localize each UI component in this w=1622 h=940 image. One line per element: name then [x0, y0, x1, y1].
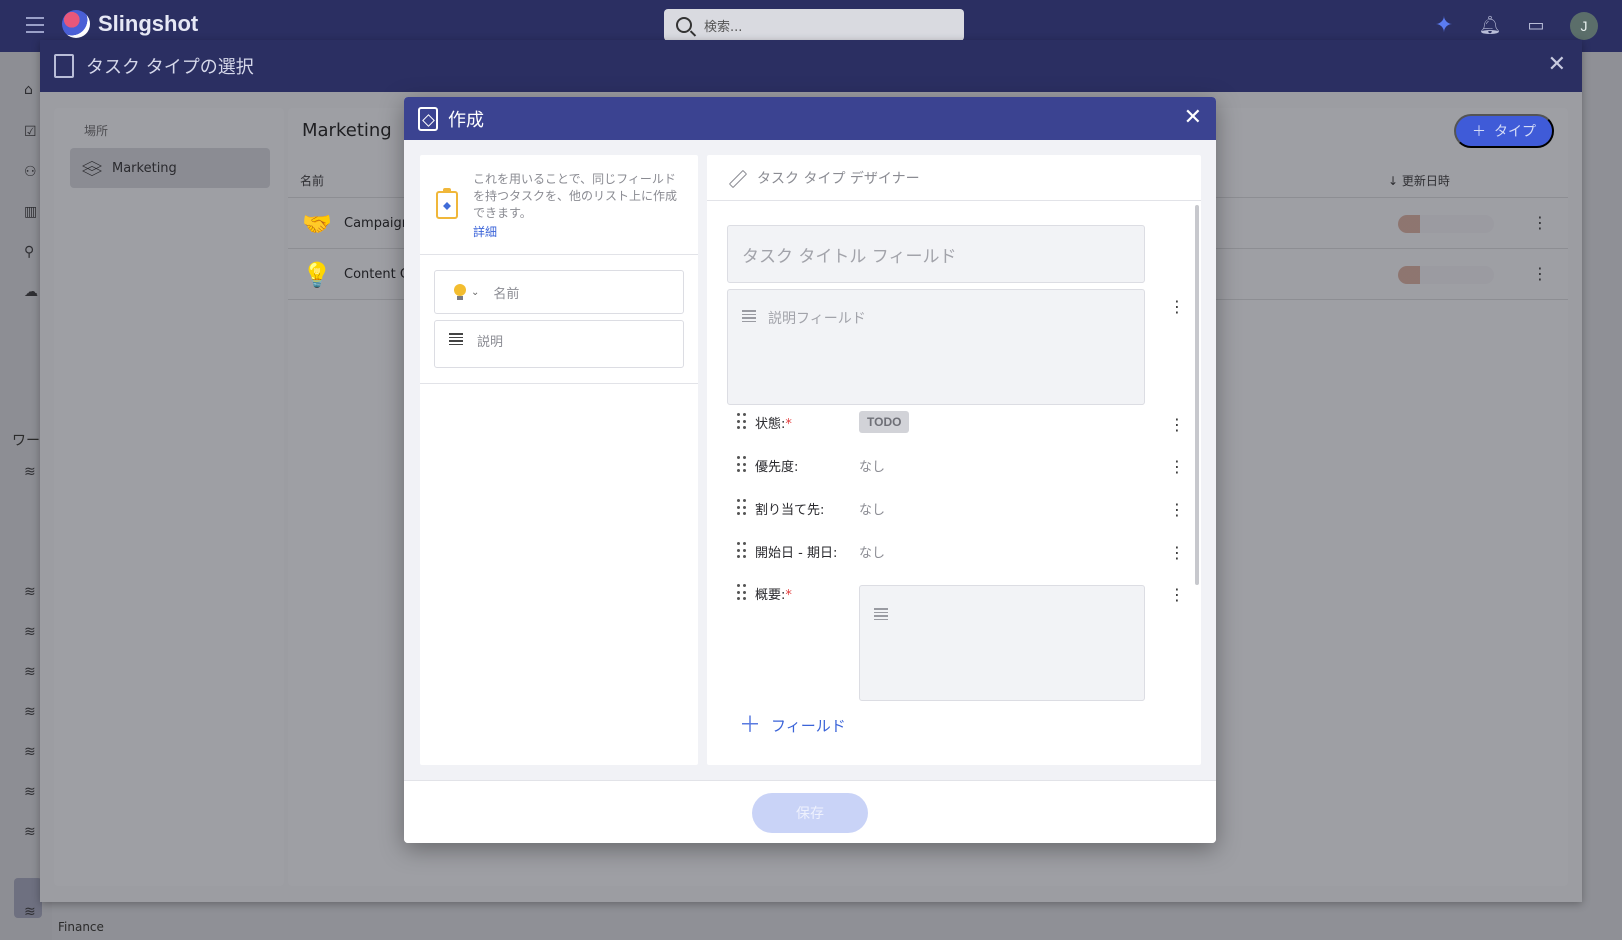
column-updated[interactable]: ↓ 更新日時 — [1388, 172, 1450, 189]
create-dialog-title: 作成 — [448, 109, 484, 131]
field-label: 概要:* — [755, 587, 792, 603]
app-logo[interactable]: Slingshot — [62, 10, 198, 38]
dialog-title: タスク タイプの選択 — [86, 57, 254, 78]
drag-handle-icon[interactable] — [737, 499, 747, 517]
lightbulb-icon: 💡 — [302, 260, 332, 289]
menu-icon[interactable] — [26, 17, 44, 33]
field-value: なし — [859, 459, 886, 475]
more-icon[interactable]: ⋮ — [1169, 545, 1185, 561]
info-box: これを用いることで、同じフィールドを持つタスクを、他のリスト上に作成できます。 … — [420, 155, 698, 255]
list-title: Marketing — [302, 120, 392, 141]
field-row-priority[interactable]: 優先度: なし — [737, 453, 1157, 477]
type-name-input[interactable]: ⌄ 名前 — [434, 270, 684, 314]
plus-icon: ＋ — [1472, 123, 1486, 139]
field-label: 状態:* — [755, 416, 792, 432]
close-icon[interactable]: ✕ — [1548, 54, 1566, 76]
field-label: 優先度: — [755, 459, 799, 475]
field-label: 割り当て先: — [755, 502, 825, 518]
field-value: なし — [859, 545, 886, 561]
more-icon[interactable]: ⋮ — [1532, 264, 1548, 283]
chevron-down-icon[interactable]: ⌄ — [471, 287, 479, 298]
search-icon — [676, 17, 692, 33]
field-value: なし — [859, 502, 886, 518]
search-input[interactable]: 検索... — [664, 9, 964, 41]
create-dialog-header: 作成 ✕ — [404, 97, 1216, 140]
lightbulb-icon[interactable] — [453, 283, 467, 301]
task-title-field[interactable]: タスク タイトル フィールド — [727, 225, 1145, 283]
user-avatar[interactable]: J — [1570, 12, 1598, 40]
location-item-label: Marketing — [112, 160, 177, 176]
text-lines-icon — [874, 608, 888, 620]
row-updated-avatar — [1398, 266, 1494, 284]
add-type-button[interactable]: ＋ タイプ — [1454, 114, 1554, 148]
location-label: 場所 — [84, 124, 109, 138]
drag-handle-icon[interactable] — [737, 456, 747, 474]
more-icon[interactable]: ⋮ — [1169, 459, 1185, 475]
more-icon[interactable]: ⋮ — [1169, 587, 1185, 603]
description-placeholder: 説明 — [477, 335, 504, 350]
chat-icon[interactable]: ▭ — [1524, 14, 1548, 38]
more-icon[interactable]: ⋮ — [1169, 299, 1185, 315]
workspaces-label: ワー — [12, 433, 40, 449]
location-panel: 場所 Marketing — [54, 108, 284, 886]
pencil-icon — [729, 170, 745, 186]
field-row-dates[interactable]: 開始日 - 期日: なし — [737, 539, 1157, 563]
column-name[interactable]: 名前 — [300, 172, 324, 189]
summary-field[interactable] — [859, 585, 1145, 701]
bell-icon[interactable]: 🔔︎ — [1478, 14, 1502, 38]
learn-more-link[interactable]: 詳細 — [473, 223, 497, 240]
add-field-button[interactable]: ＋ フィールド — [739, 712, 846, 738]
row-name: Campaign — [344, 216, 411, 231]
bottom-strip — [52, 906, 1622, 940]
name-placeholder: 名前 — [493, 286, 520, 302]
create-task-type-dialog: 作成 ✕ これを用いることで、同じフィールドを持つタスクを、他のリスト上に作成で… — [404, 97, 1216, 843]
location-item-marketing[interactable]: Marketing — [70, 148, 270, 188]
designer-header: タスク タイプ デザイナー — [707, 155, 1201, 201]
drag-handle-icon[interactable] — [737, 584, 747, 602]
clipboard-icon — [436, 188, 458, 219]
task-type-designer: タスク タイプ デザイナー タスク タイトル フィールド 説明フィールド ⋮ 状… — [707, 155, 1201, 765]
more-icon[interactable]: ⋮ — [1169, 502, 1185, 518]
drag-handle-icon[interactable] — [737, 542, 747, 560]
task-type-icon — [418, 106, 438, 131]
add-type-label: タイプ — [1494, 123, 1536, 139]
save-button[interactable]: 保存 — [752, 793, 868, 833]
layers-icon[interactable]: ≋ — [24, 904, 42, 920]
field-row-status[interactable]: 状態:* TODO — [737, 410, 1157, 434]
document-icon — [54, 54, 74, 78]
search-placeholder: 検索... — [704, 19, 743, 35]
close-icon[interactable]: ✕ — [1184, 107, 1202, 129]
dialog-footer: 保存 — [404, 780, 1216, 843]
drag-handle-icon[interactable] — [737, 413, 747, 431]
row-name: Content C — [344, 267, 409, 282]
handshake-icon: 🤝 — [302, 209, 332, 238]
text-lines-icon — [742, 310, 756, 322]
app-name: Slingshot — [98, 11, 199, 36]
more-icon[interactable]: ⋮ — [1532, 213, 1548, 232]
row-updated-avatar — [1398, 215, 1494, 233]
designer-title: タスク タイプ デザイナー — [757, 170, 920, 187]
info-text: これを用いることで、同じフィールドを持つタスクを、他のリスト上に作成できます。 — [473, 172, 678, 220]
add-field-label: フィールド — [771, 717, 846, 735]
field-label: 開始日 - 期日: — [755, 545, 838, 561]
text-lines-icon — [449, 333, 463, 345]
description-field-placeholder: 説明フィールド — [768, 311, 866, 327]
status-badge[interactable]: TODO — [859, 411, 910, 433]
layers-icon — [84, 161, 100, 175]
scrollbar[interactable] — [1195, 205, 1199, 585]
workspace-finance[interactable]: Finance — [58, 920, 104, 934]
divider — [420, 383, 698, 384]
type-settings-panel: これを用いることで、同じフィールドを持つタスクを、他のリスト上に作成できます。 … — [420, 155, 698, 765]
field-row-assignee[interactable]: 割り当て先: なし — [737, 496, 1157, 520]
slingshot-logo-icon — [62, 10, 90, 38]
ai-sparkle-icon[interactable]: ✦ — [1432, 14, 1456, 38]
more-icon[interactable]: ⋮ — [1169, 417, 1185, 433]
plus-icon: ＋ — [739, 712, 762, 738]
description-field[interactable]: 説明フィールド — [727, 289, 1145, 405]
type-description-input[interactable]: 説明 — [434, 320, 684, 368]
dialog-header: タスク タイプの選択 ✕ — [40, 40, 1582, 92]
